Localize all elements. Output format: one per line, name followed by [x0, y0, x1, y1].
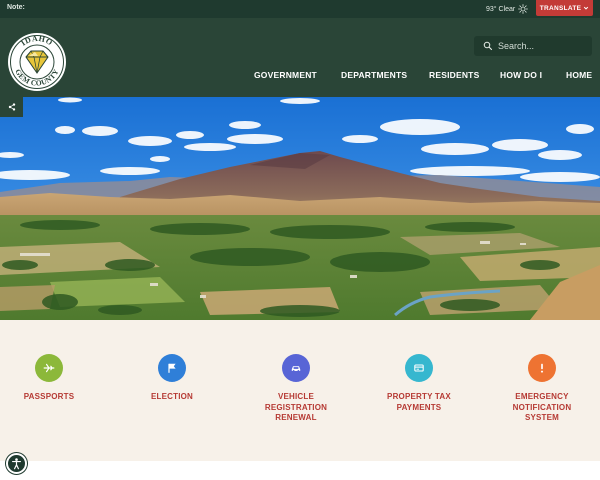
quick-link-icon-circle [528, 354, 556, 382]
nav-how-do-i[interactable]: HOW DO I [500, 70, 542, 80]
sun-icon [518, 4, 529, 14]
share-icon [8, 103, 15, 111]
quick-link-icon-circle [405, 354, 433, 382]
translate-label: TRANSLATE [539, 4, 582, 12]
quick-link-label: PASSPORTS [23, 392, 75, 401]
quick-link-label: PROPERTY TAX PAYMENTS [387, 392, 451, 412]
translate-button[interactable]: TRANSLATE [536, 0, 593, 16]
nav-government[interactable]: GOVERNMENT [254, 70, 317, 80]
quick-link-vehicle-registration[interactable]: VEHICLE REGISTRATION RENEWAL [241, 354, 351, 424]
airplane-icon [43, 363, 55, 373]
site-header: IDAHO GEM COUNTY GOVERNMENT DEPARTMENTS … [0, 18, 600, 97]
car-icon [291, 366, 301, 372]
quick-link-label: ELECTION [150, 392, 194, 401]
search-icon [483, 41, 493, 51]
flag-icon [168, 363, 176, 373]
quick-link-passports[interactable]: PASSPORTS [0, 354, 104, 403]
quick-link-icon-circle [35, 354, 63, 382]
nav-departments[interactable]: DEPARTMENTS [341, 70, 407, 80]
weather-widget[interactable]: 93° Clear [486, 4, 529, 14]
quick-link-icon-circle [282, 354, 310, 382]
accessibility-icon [12, 458, 21, 470]
search-input[interactable] [498, 41, 588, 51]
weather-text: 93° Clear [486, 5, 516, 13]
page-bottom [0, 461, 600, 480]
note-label: Note: [7, 4, 25, 11]
quick-link-election[interactable]: ELECTION [117, 354, 227, 403]
chevron-down-icon [584, 6, 589, 10]
share-button[interactable] [0, 97, 23, 117]
main-navigation: GOVERNMENT DEPARTMENTS RESIDENTS HOW DO … [0, 70, 600, 84]
accessibility-button[interactable] [6, 453, 27, 474]
search-box[interactable] [474, 36, 592, 56]
quick-link-label: EMERGENCY NOTIFICATION SYSTEM [512, 392, 572, 422]
alert-icon [540, 363, 544, 373]
quick-link-property-tax[interactable]: PROPERTY TAX PAYMENTS [364, 354, 474, 413]
quick-links-section: PASSPORTS ELECTION VEHICLE REGISTRATION … [0, 320, 600, 461]
top-utility-bar: Note: 93° Clear TRANSLATE [0, 0, 600, 18]
hero-landscape-image [0, 97, 600, 320]
quick-link-icon-circle [158, 354, 186, 382]
quick-link-label: VEHICLE REGISTRATION RENEWAL [264, 392, 328, 422]
nav-home[interactable]: HOME [566, 70, 592, 80]
quick-link-emergency-notification[interactable]: EMERGENCY NOTIFICATION SYSTEM [487, 354, 597, 424]
card-icon [414, 364, 424, 372]
nav-residents[interactable]: RESIDENTS [429, 70, 479, 80]
